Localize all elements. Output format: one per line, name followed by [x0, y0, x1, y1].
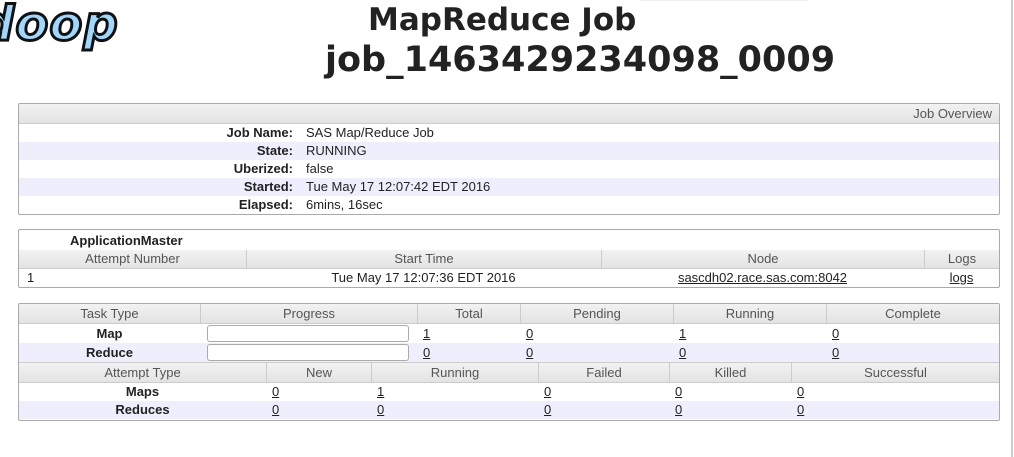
- header-running: Running: [371, 363, 538, 382]
- divider: [640, 0, 807, 1]
- successful-link[interactable]: 0: [797, 401, 804, 419]
- new-link[interactable]: 0: [272, 383, 279, 401]
- header-total: Total: [417, 304, 520, 323]
- overview-row: Started: Tue May 17 12:07:42 EDT 2016: [19, 178, 999, 196]
- application-master-title: ApplicationMaster: [70, 233, 183, 248]
- table-row: Reduces 0 0 0 0 0: [19, 401, 999, 419]
- job-overview-table: Job Overview Job Name: SAS Map/Reduce Job…: [18, 103, 1000, 215]
- job-overview-header: Job Overview: [19, 104, 999, 124]
- node-link[interactable]: sascdh02.race.sas.com:8042: [678, 270, 847, 285]
- header-failed: Failed: [538, 363, 669, 382]
- running-link[interactable]: 0: [377, 401, 384, 419]
- uberized-label: Uberized:: [233, 161, 293, 176]
- pending-link[interactable]: 0: [526, 343, 533, 362]
- running-link[interactable]: 0: [679, 343, 686, 362]
- header-killed: Killed: [669, 363, 791, 382]
- pending-link[interactable]: 0: [526, 324, 533, 343]
- overview-row: Job Name: SAS Map/Reduce Job: [19, 124, 999, 142]
- table-row: Reduce 0 0 0 0: [19, 343, 999, 362]
- failed-link[interactable]: 0: [544, 401, 551, 419]
- elapsed-label: Elapsed:: [238, 197, 293, 212]
- tasks-table: Task Type Progress Total Pending Running Comp…: [18, 303, 1000, 421]
- logs-link[interactable]: logs: [950, 270, 974, 285]
- table-row: 1 Tue May 17 12:07:36 EDT 2016 sascdh02.…: [19, 269, 999, 287]
- failed-link[interactable]: 0: [544, 383, 551, 401]
- header-logs: Logs: [924, 250, 999, 268]
- hadoop-logo[interactable]: doop: [0, 0, 119, 54]
- overview-row: Elapsed: 6mins, 16sec: [19, 196, 999, 214]
- killed-link[interactable]: 0: [675, 401, 682, 419]
- total-link[interactable]: 0: [423, 343, 430, 362]
- header-complete: Complete: [826, 304, 999, 323]
- table-row: Maps 0 1 0 0 0: [19, 383, 999, 401]
- uberized-value: false: [306, 161, 334, 176]
- header-attempt-type: Attempt Type: [104, 365, 181, 380]
- state-label: State:: [256, 143, 293, 158]
- total-link[interactable]: 1: [423, 324, 430, 343]
- job-name-label: Job Name:: [226, 125, 293, 140]
- started-label: Started:: [243, 179, 293, 194]
- start-time: Tue May 17 12:07:36 EDT 2016: [331, 270, 516, 285]
- header-start-time: Start Time: [246, 250, 601, 268]
- progress-bar: [207, 325, 409, 342]
- attempt-number: 1: [27, 270, 35, 285]
- overview-row: State: RUNNING: [19, 142, 999, 160]
- header-progress: Progress: [200, 304, 417, 323]
- complete-link[interactable]: 0: [832, 324, 839, 343]
- complete-link[interactable]: 0: [832, 343, 839, 362]
- scrollbar-edge: [1011, 0, 1013, 457]
- header-new: New: [266, 363, 371, 382]
- header-task-type: Task Type: [80, 306, 139, 321]
- progress-bar: [207, 344, 409, 361]
- attempt-type: Maps: [125, 384, 160, 399]
- application-master-table: ApplicationMaster Attempt Number Start T…: [18, 229, 1000, 288]
- job-name-value: SAS Map/Reduce Job: [306, 125, 434, 140]
- header-node: Node: [601, 250, 924, 268]
- header-attempt-number: Attempt Number: [85, 251, 180, 266]
- task-type: Map: [96, 326, 123, 341]
- elapsed-value: 6mins, 16sec: [306, 197, 383, 212]
- task-type: Reduce: [86, 345, 133, 360]
- overview-row: Uberized: false: [19, 160, 999, 178]
- page-title: MapReduce Job: [368, 2, 637, 38]
- new-link[interactable]: 0: [272, 401, 279, 419]
- successful-link[interactable]: 0: [797, 383, 804, 401]
- header-running: Running: [673, 304, 826, 323]
- job-id-title: job_1463429234098_0009: [325, 40, 836, 80]
- attempt-type: Reduces: [115, 402, 170, 417]
- running-link[interactable]: 1: [679, 324, 686, 343]
- killed-link[interactable]: 0: [675, 383, 682, 401]
- table-row: Map 1 0 1 0: [19, 324, 999, 343]
- header-successful: Successful: [791, 363, 999, 382]
- state-value: RUNNING: [306, 143, 367, 158]
- started-value: Tue May 17 12:07:42 EDT 2016: [306, 179, 491, 194]
- header-pending: Pending: [520, 304, 673, 323]
- running-link[interactable]: 1: [377, 383, 384, 401]
